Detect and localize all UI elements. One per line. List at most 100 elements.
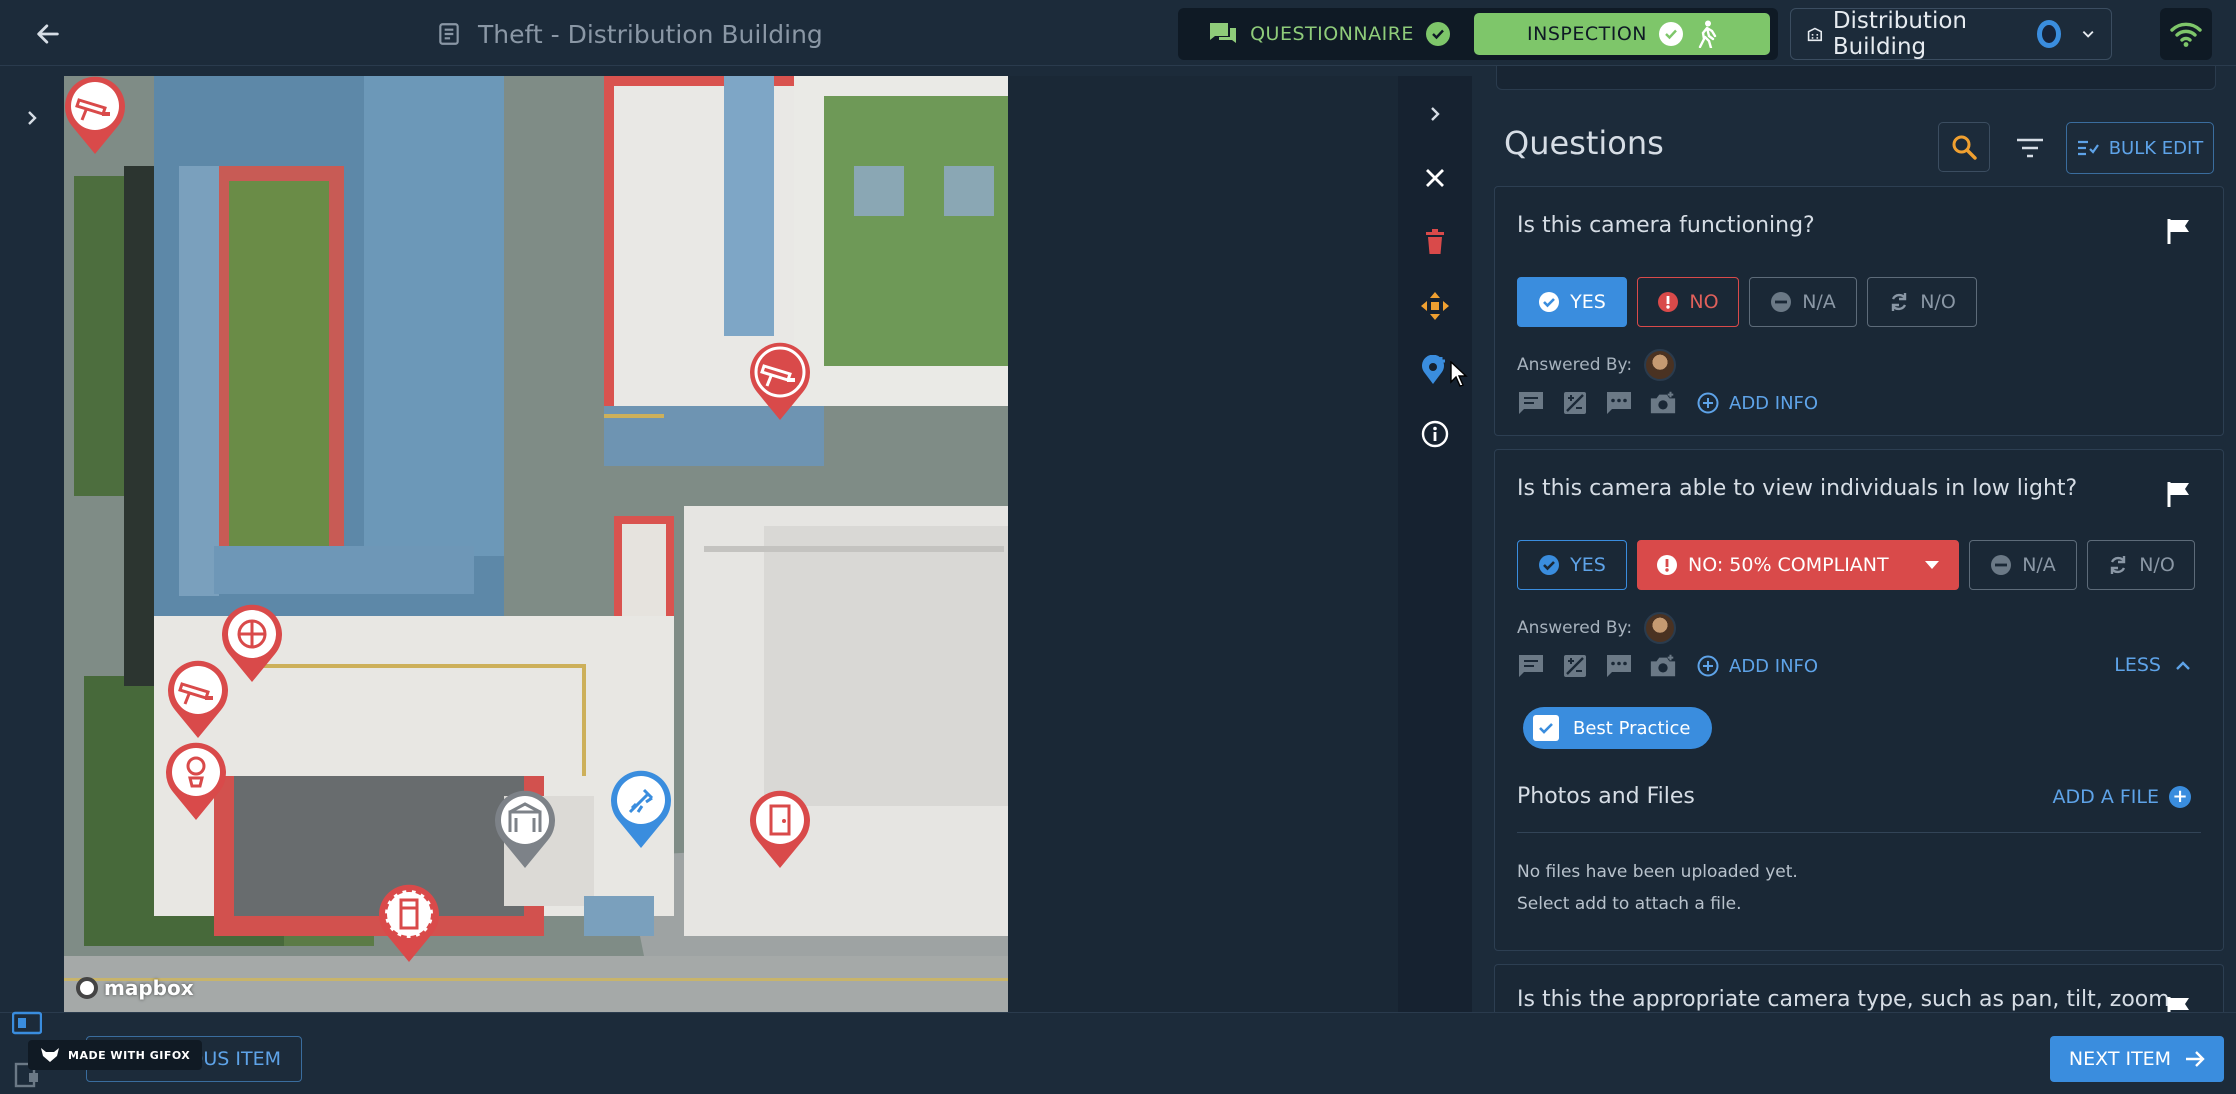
panel-toggle-icon[interactable] — [10, 1008, 44, 1038]
info-icon — [1421, 420, 1449, 448]
message-button[interactable] — [1605, 389, 1633, 417]
bulk-edit-button[interactable]: BULK EDIT — [2066, 122, 2214, 174]
map-marker-camera[interactable] — [64, 76, 128, 158]
checkbox-icon — [1533, 715, 1559, 741]
question-card: Is this camera able to view individuals … — [1494, 449, 2224, 951]
add-location-button[interactable] — [1417, 352, 1453, 388]
answer-na-label: N/A — [2022, 554, 2056, 576]
mapbox-icon — [76, 977, 98, 999]
answered-by: Answered By: — [1517, 612, 1677, 644]
chat-icon — [1210, 23, 1237, 43]
mapbox-label: mapbox — [104, 976, 194, 1000]
filter-button[interactable] — [2008, 126, 2052, 170]
edit-image-icon — [1564, 655, 1586, 677]
gifox-watermark: MADE WITH GIFOX — [28, 1040, 203, 1070]
flag-icon[interactable] — [2165, 217, 2193, 245]
expand-left-panel-button[interactable] — [14, 100, 50, 136]
edit-image-button[interactable] — [1561, 389, 1589, 417]
flag-icon[interactable] — [2165, 480, 2193, 508]
answer-no-dropdown[interactable]: NO: 50% COMPLIANT — [1637, 540, 1959, 590]
move-button[interactable] — [1417, 288, 1453, 324]
answer-yes-button[interactable]: YES — [1517, 277, 1627, 327]
building-name: Distribution Building — [1832, 8, 1967, 60]
question-actions: ADD INFO — [1517, 389, 1818, 417]
info-button[interactable] — [1417, 416, 1453, 452]
comment-button[interactable] — [1517, 389, 1545, 417]
answer-no-button[interactable]: NO — [1637, 277, 1739, 327]
divider — [1517, 832, 2201, 833]
map-marker-panel[interactable] — [376, 882, 442, 966]
next-item-button[interactable]: NEXT ITEM — [2050, 1036, 2224, 1082]
move-icon — [1421, 292, 1449, 320]
connection-status-button[interactable] — [2160, 8, 2212, 60]
edit-image-icon — [1564, 392, 1586, 414]
building-selector[interactable]: Distribution Building — [1790, 8, 2112, 60]
satellite-map[interactable]: mapbox — [64, 76, 1008, 1012]
edit-image-button[interactable] — [1561, 652, 1589, 680]
add-file-button[interactable]: ADD A FILE + — [2053, 786, 2191, 808]
best-practice-tag[interactable]: Best Practice — [1523, 707, 1713, 749]
plus-circle-icon — [1697, 655, 1719, 677]
question-text: Is this camera able to view individuals … — [1517, 476, 2078, 501]
answer-no-button-observed[interactable]: N/O — [2087, 540, 2195, 590]
walking-icon — [1698, 20, 1717, 48]
answer-no-label: N/O — [2139, 554, 2175, 576]
answered-by: Answered By: — [1517, 349, 1677, 381]
answered-by-label: Answered By: — [1517, 618, 1633, 638]
add-info-button[interactable]: ADD INFO — [1697, 655, 1818, 677]
alert-icon — [1657, 555, 1677, 575]
map-marker-gate[interactable] — [492, 788, 558, 872]
delete-button[interactable] — [1417, 224, 1453, 260]
tab-questionnaire[interactable]: QUESTIONNAIRE — [1184, 13, 1474, 55]
camera-button[interactable] — [1649, 652, 1677, 680]
answer-no-label: N/O — [1920, 291, 1956, 313]
gifox-label: MADE WITH GIFOX — [68, 1048, 191, 1062]
chevron-right-icon — [28, 111, 37, 125]
map-marker-lighting[interactable] — [163, 740, 229, 824]
camera-button[interactable] — [1649, 389, 1677, 417]
caret-down-icon — [1925, 561, 1939, 569]
answer-no-label: NO — [1689, 291, 1719, 313]
map-marker-door[interactable] — [747, 788, 813, 872]
answer-na-button[interactable]: N/A — [1969, 540, 2077, 590]
empty-files-hint: Select add to attach a file. — [1517, 894, 1742, 914]
best-practice-label: Best Practice — [1573, 717, 1691, 739]
empty-files-message: No files have been uploaded yet. — [1517, 862, 1798, 882]
answer-yes-label: YES — [1570, 291, 1606, 313]
map-marker-camera[interactable] — [165, 658, 231, 742]
answer-yes-label: YES — [1570, 554, 1606, 576]
chevron-right-icon — [1431, 107, 1440, 121]
back-button[interactable] — [30, 16, 66, 52]
chevron-down-icon — [2082, 30, 2094, 38]
answer-na-button[interactable]: N/A — [1749, 277, 1857, 327]
bulk-edit-icon — [2077, 140, 2099, 156]
tab-inspection-label: INSPECTION — [1527, 23, 1647, 45]
comment-button[interactable] — [1517, 652, 1545, 680]
map-marker-camera-selected[interactable] — [747, 340, 813, 424]
trash-icon — [1426, 229, 1444, 254]
answer-na-label: N/A — [1802, 291, 1836, 313]
map-marker-shower[interactable] — [608, 768, 674, 852]
comment-icon — [1519, 392, 1543, 414]
answer-yes-button[interactable]: YES — [1517, 540, 1627, 590]
collapse-panel-button[interactable] — [1417, 96, 1453, 132]
wifi-icon — [2170, 22, 2202, 47]
add-location-icon — [1422, 355, 1445, 384]
avatar[interactable] — [1644, 612, 1677, 644]
check-icon — [1425, 22, 1450, 46]
tab-questionnaire-label: QUESTIONNAIRE — [1250, 23, 1414, 45]
refresh-icon — [2111, 556, 2126, 574]
tab-inspection[interactable]: INSPECTION — [1474, 13, 1770, 55]
close-button[interactable] — [1417, 160, 1453, 196]
avatar[interactable] — [1644, 349, 1677, 381]
search-button[interactable] — [1938, 122, 1990, 172]
message-button[interactable] — [1605, 652, 1633, 680]
less-toggle[interactable]: LESS — [2114, 654, 2191, 676]
filter-icon — [2017, 138, 2043, 158]
photos-files-title: Photos and Files — [1517, 784, 1695, 809]
questions-heading: Questions — [1504, 124, 1664, 162]
fox-icon — [41, 1048, 59, 1062]
answer-no-button-observed[interactable]: N/O — [1867, 277, 1977, 327]
next-item-label: NEXT ITEM — [2068, 1048, 2172, 1070]
add-info-button[interactable]: ADD INFO — [1697, 392, 1818, 414]
